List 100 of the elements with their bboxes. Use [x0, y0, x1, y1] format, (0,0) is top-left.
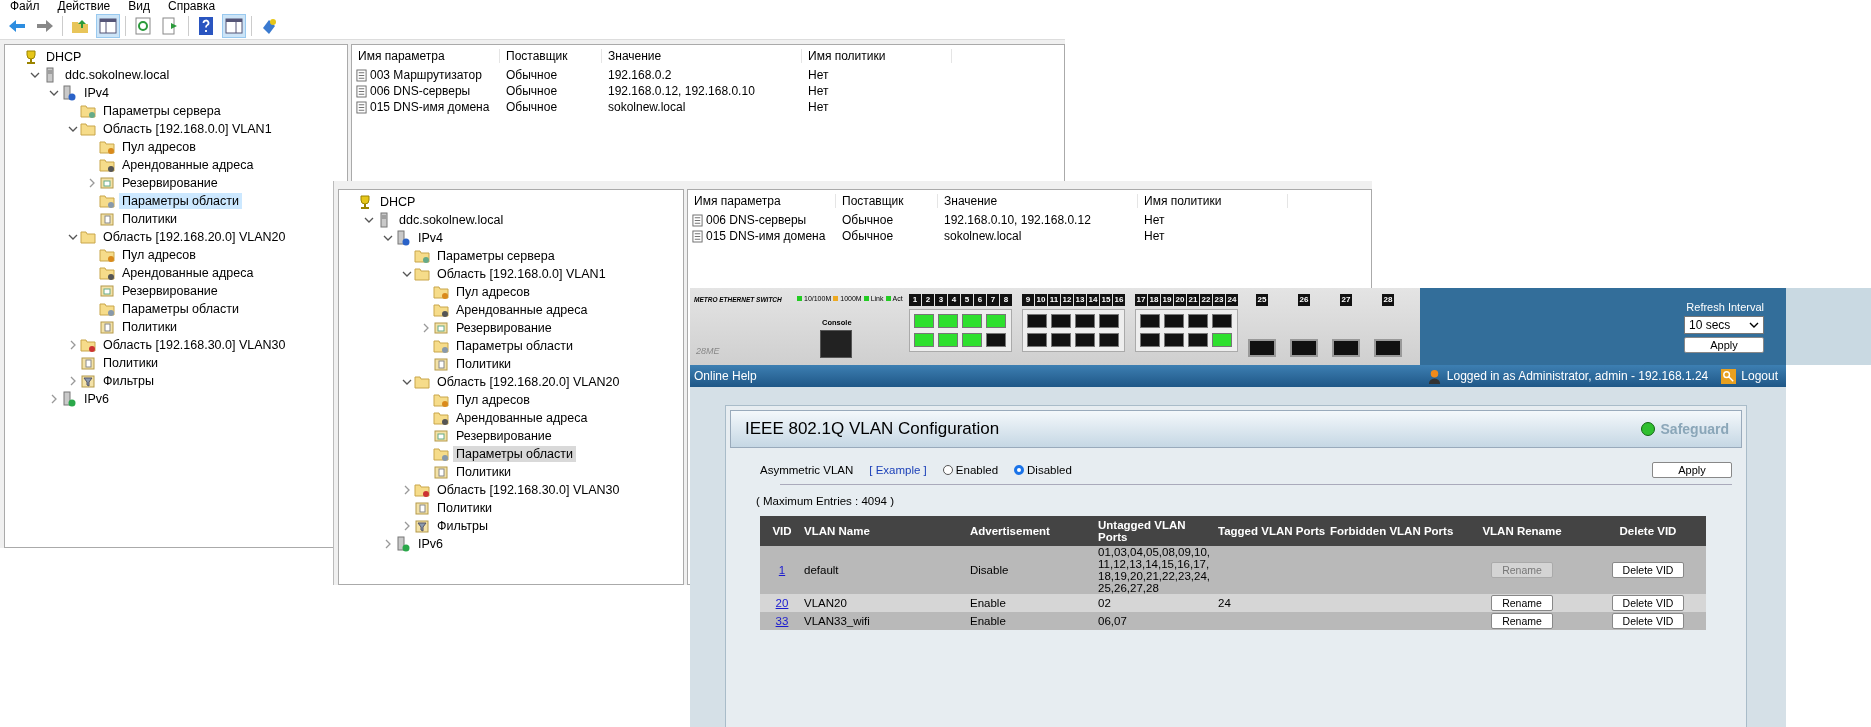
pane-icon[interactable]: [223, 15, 245, 37]
tree-item[interactable]: Политики: [453, 356, 515, 372]
tree-item[interactable]: Область [192.168.30.0] VLAN30: [434, 482, 623, 498]
port-icon[interactable]: [1140, 333, 1160, 347]
tree-item[interactable]: Политики: [434, 500, 496, 516]
rename-button[interactable]: Rename: [1491, 595, 1553, 611]
port-icon[interactable]: [1099, 314, 1119, 328]
menu-item[interactable]: Файл: [10, 0, 40, 13]
chevron-right-icon[interactable]: [402, 485, 412, 495]
chevron-right-icon[interactable]: [49, 394, 59, 404]
port-icon[interactable]: [1188, 314, 1208, 328]
chevron-down-icon[interactable]: [68, 232, 78, 242]
tree-item[interactable]: ddc.sokolnew.local: [62, 67, 173, 83]
tree-item[interactable]: Политики: [119, 211, 181, 227]
port-icon[interactable]: [1248, 339, 1276, 357]
vid-link[interactable]: 33: [775, 615, 789, 627]
tree-item[interactable]: Пул адресов: [453, 392, 533, 408]
rename-button[interactable]: Rename: [1491, 613, 1553, 629]
tree-item[interactable]: Арендованные адреса: [453, 302, 591, 318]
refresh-icon[interactable]: [132, 15, 154, 37]
tree-item[interactable]: Параметры сервера: [100, 103, 224, 119]
tree-item[interactable]: Резервирование: [119, 175, 221, 191]
tree-item[interactable]: Область [192.168.0.0] VLAN1: [434, 266, 609, 282]
tree-item[interactable]: Параметры сервера: [434, 248, 558, 264]
tree-item[interactable]: Резервирование: [453, 320, 555, 336]
port-icon[interactable]: [1099, 333, 1119, 347]
tree-item[interactable]: IPv6: [81, 391, 112, 407]
chevron-down-icon[interactable]: [383, 233, 393, 243]
tree-item[interactable]: Политики: [119, 319, 181, 335]
refresh-dropdown[interactable]: 10 secs: [1684, 316, 1764, 334]
tree-item[interactable]: Параметры области: [119, 193, 242, 209]
delete-vid-button[interactable]: Delete VID: [1611, 595, 1685, 611]
vid-link[interactable]: 1: [778, 564, 786, 576]
menu-item[interactable]: Справка: [168, 0, 216, 13]
chevron-down-icon[interactable]: [68, 124, 78, 134]
chevron-right-icon[interactable]: [383, 539, 393, 549]
chevron-down-icon[interactable]: [402, 377, 412, 387]
tree-item[interactable]: Область [192.168.20.0] VLAN20: [434, 374, 623, 390]
menu-item[interactable]: Вид: [128, 0, 150, 13]
port-icon[interactable]: [1027, 333, 1047, 347]
tree-item[interactable]: Резервирование: [119, 283, 221, 299]
port-icon[interactable]: [1332, 339, 1360, 357]
radio-button[interactable]: Disabled: [1014, 464, 1072, 476]
tree-item[interactable]: Арендованные адреса: [119, 265, 257, 281]
chevron-right-icon[interactable]: [87, 178, 97, 188]
online-help-link[interactable]: Online Help: [694, 369, 757, 383]
tree-item[interactable]: Политики: [100, 355, 162, 371]
column-header[interactable]: Поставщик: [500, 49, 602, 63]
chevron-down-icon[interactable]: [30, 70, 40, 80]
tree-item[interactable]: Фильтры: [100, 373, 157, 389]
tree-item[interactable]: Пул адресов: [119, 139, 199, 155]
chevron-down-icon[interactable]: [364, 215, 374, 225]
column-header[interactable]: Имя параметра: [352, 49, 500, 63]
tree-item[interactable]: Пул адресов: [119, 247, 199, 263]
chevron-right-icon[interactable]: [68, 340, 78, 350]
chevron-down-icon[interactable]: [49, 88, 59, 98]
tree-item[interactable]: Политики: [453, 464, 515, 480]
delete-vid-button[interactable]: Delete VID: [1611, 613, 1685, 629]
tree-item[interactable]: Область [192.168.0.0] VLAN1: [100, 121, 275, 137]
tree-item[interactable]: Параметры области: [119, 301, 242, 317]
tree-item[interactable]: ddc.sokolnew.local: [396, 212, 507, 228]
chevron-down-icon[interactable]: [402, 269, 412, 279]
tree-item[interactable]: Фильтры: [434, 518, 491, 534]
delete-vid-button[interactable]: Delete VID: [1611, 562, 1685, 578]
apply-button[interactable]: Apply: [1684, 337, 1764, 353]
logout-link[interactable]: Logout: [1741, 369, 1778, 383]
apply-button[interactable]: Apply: [1652, 462, 1732, 478]
tree-pane-icon[interactable]: [97, 15, 119, 37]
chevron-right-icon[interactable]: [402, 521, 412, 531]
chevron-right-icon[interactable]: [421, 323, 431, 333]
vid-link[interactable]: 20: [775, 597, 789, 609]
radio-button[interactable]: Enabled: [942, 464, 999, 476]
port-icon[interactable]: [986, 333, 1006, 347]
chevron-right-icon[interactable]: [68, 376, 78, 386]
port-icon[interactable]: [1188, 333, 1208, 347]
port-icon[interactable]: [1212, 314, 1232, 328]
column-header[interactable]: Имя политики: [802, 49, 952, 63]
column-header[interactable]: Имя параметра: [688, 194, 836, 208]
example-link[interactable]: [ Example ]: [869, 464, 927, 476]
tree-item[interactable]: Резервирование: [453, 428, 555, 444]
tree-item[interactable]: DHCP: [377, 194, 419, 210]
column-header[interactable]: Имя политики: [1138, 194, 1288, 208]
tree-item[interactable]: Область [192.168.20.0] VLAN20: [100, 229, 289, 245]
column-header[interactable]: Значение: [938, 194, 1138, 208]
port-icon[interactable]: [1075, 333, 1095, 347]
column-header[interactable]: Поставщик: [836, 194, 938, 208]
tree-item[interactable]: Арендованные адреса: [453, 410, 591, 426]
tree-item[interactable]: Параметры области: [453, 446, 576, 462]
tree-item[interactable]: Область [192.168.30.0] VLAN30: [100, 337, 289, 353]
tree-item[interactable]: DHCP: [43, 49, 85, 65]
tree-item[interactable]: Арендованные адреса: [119, 157, 257, 173]
port-icon[interactable]: [1075, 314, 1095, 328]
tree-item[interactable]: Пул адресов: [453, 284, 533, 300]
port-icon[interactable]: [1374, 339, 1402, 357]
port-icon[interactable]: [1027, 314, 1047, 328]
menu-item[interactable]: Действие: [57, 0, 111, 13]
port-icon[interactable]: [1051, 333, 1071, 347]
port-icon[interactable]: [1164, 333, 1184, 347]
tree-item[interactable]: IPv6: [415, 536, 446, 552]
port-icon[interactable]: [1140, 314, 1160, 328]
